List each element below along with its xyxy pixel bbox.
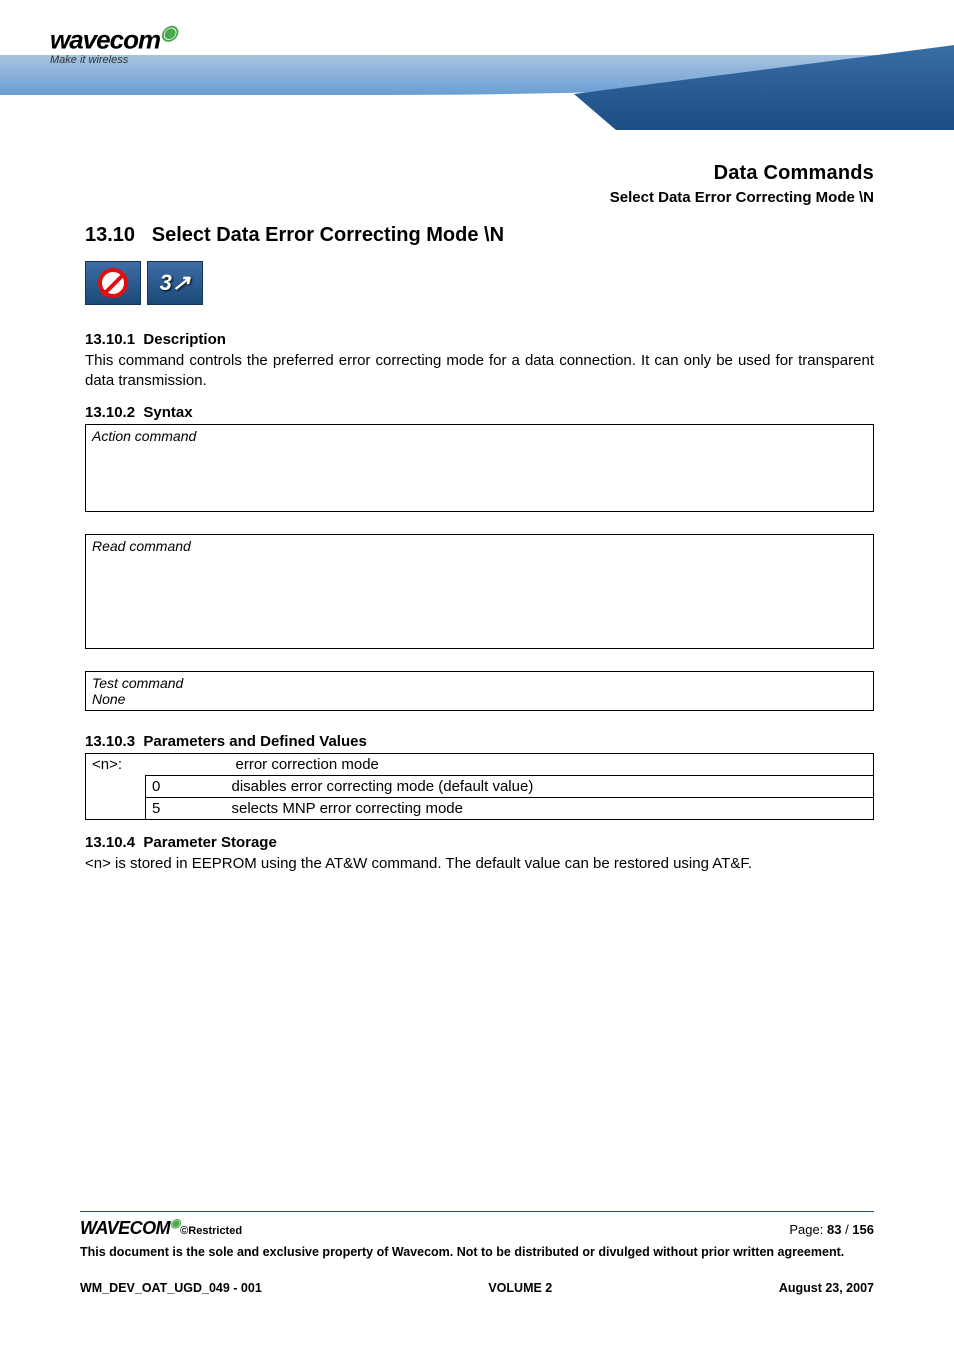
chapter-title: Data Commands <box>85 162 874 185</box>
sub4-heading: Parameter Storage <box>143 834 276 851</box>
table-row: <n>: error correction mode <box>86 753 874 775</box>
param-value-cell: 5 <box>146 797 226 819</box>
footer-page-total: 156 <box>852 1222 874 1237</box>
param-value-desc-cell: selects MNP error correcting mode <box>226 797 874 819</box>
header-banner: wavecom◉ Make it wireless <box>0 0 954 140</box>
subsection-syntax-title: 13.10.2 Syntax <box>85 404 874 421</box>
logo-text: wavecom◉ <box>50 20 177 56</box>
footer-page-label: Page: <box>789 1222 827 1237</box>
test-command-label: Test command <box>92 675 867 691</box>
section-number: 13.10 <box>85 224 135 246</box>
storage-body: <n> is stored in EEPROM using the AT&W c… <box>85 854 874 874</box>
read-command-label: Read command <box>92 538 867 554</box>
footer-doc-id: WM_DEV_OAT_UGD_049 - 001 <box>80 1281 262 1295</box>
sub4-num: 13.10.4 <box>85 834 135 851</box>
read-command-box: Read command <box>85 534 874 649</box>
sub1-heading: Description <box>143 331 226 348</box>
sub2-num: 13.10.2 <box>85 404 135 421</box>
footer-legal: This document is the sole and exclusive … <box>80 1245 874 1261</box>
description-body: This command controls the preferred erro… <box>85 351 874 392</box>
empty-cell <box>86 797 146 819</box>
sub2-heading: Syntax <box>143 404 192 421</box>
subsection-storage-title: 13.10.4 Parameter Storage <box>85 834 874 851</box>
sub3-heading: Parameters and Defined Values <box>143 733 366 750</box>
sub3-num: 13.10.3 <box>85 733 135 750</box>
footer-row-2: WM_DEV_OAT_UGD_049 - 001 VOLUME 2 August… <box>80 1281 874 1295</box>
subsection-params-title: 13.10.3 Parameters and Defined Values <box>85 733 874 750</box>
footer-row-1: WAVECOM◉©Restricted Page: 83 / 156 <box>80 1216 874 1239</box>
threeg-icon: 3↗ <box>160 270 191 296</box>
footer-page-sep: / <box>841 1222 852 1237</box>
logo-swirl-icon: ◉ <box>160 22 176 44</box>
footer-restricted: ©Restricted <box>180 1225 242 1237</box>
capability-icons: 3↗ <box>85 261 874 305</box>
parameters-table: <n>: error correction mode 0 disables er… <box>85 753 874 820</box>
logo-block: wavecom◉ Make it wireless <box>50 20 177 66</box>
footer-logo-block: WAVECOM◉©Restricted <box>80 1216 242 1239</box>
sub1-num: 13.10.1 <box>85 331 135 348</box>
empty-cell <box>86 775 146 797</box>
footer-volume: VOLUME 2 <box>488 1281 552 1295</box>
footer-logo-swirl-icon: ◉ <box>170 1216 180 1230</box>
test-command-body: None <box>92 691 867 707</box>
not-allowed-tile <box>85 261 141 305</box>
threeg-tile: 3↗ <box>147 261 203 305</box>
table-row: 5 selects MNP error correcting mode <box>86 797 874 819</box>
logo-word: wavecom <box>50 25 160 55</box>
param-value-cell: 0 <box>146 775 226 797</box>
page-footer: WAVECOM◉©Restricted Page: 83 / 156 This … <box>80 1211 874 1295</box>
footer-logo-text: WAVECOM <box>80 1218 170 1238</box>
footer-page-current: 83 <box>827 1222 841 1237</box>
section-heading: Select Data Error Correcting Mode \N <box>152 224 504 246</box>
footer-divider <box>80 1211 874 1212</box>
section-title: 13.10 Select Data Error Correcting Mode … <box>85 224 874 247</box>
footer-page: Page: 83 / 156 <box>789 1222 874 1237</box>
subsection-description-title: 13.10.1 Description <box>85 331 874 348</box>
chapter-subtitle: Select Data Error Correcting Mode \N <box>85 189 874 206</box>
page-content: Data Commands Select Data Error Correcti… <box>0 140 954 874</box>
param-name-cell: <n>: <box>86 753 146 775</box>
param-value-desc-cell: disables error correcting mode (default … <box>226 775 874 797</box>
not-allowed-icon <box>98 268 128 298</box>
footer-date: August 23, 2007 <box>779 1281 874 1295</box>
test-command-box: Test command None <box>85 671 874 711</box>
table-row: 0 disables error correcting mode (defaul… <box>86 775 874 797</box>
param-desc-cell: error correction mode <box>146 753 874 775</box>
action-command-label: Action command <box>92 428 867 444</box>
action-command-box: Action command <box>85 424 874 512</box>
